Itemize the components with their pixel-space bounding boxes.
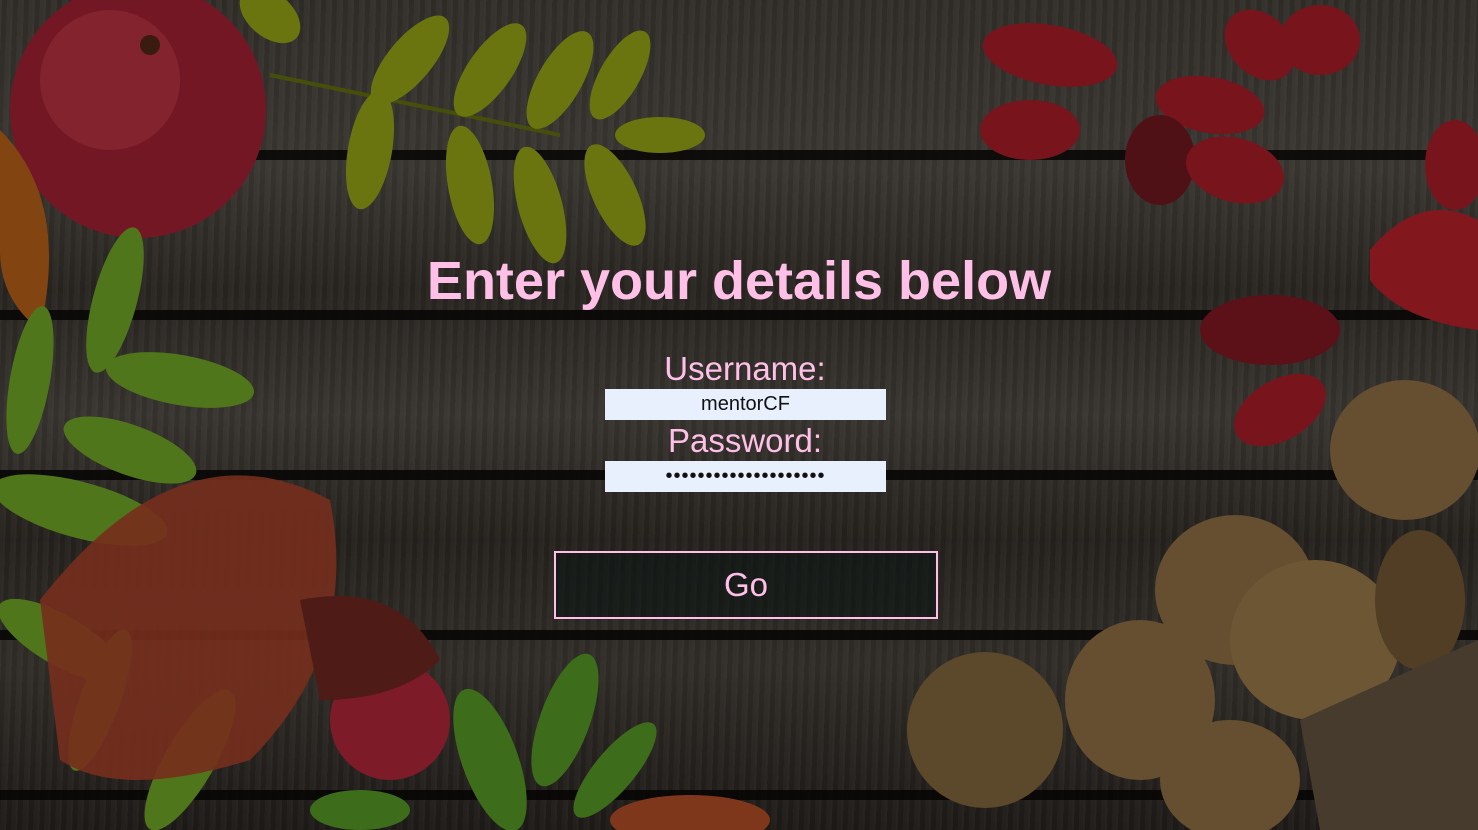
page-title: Enter your details below — [426, 251, 1052, 311]
login-form: Enter your details below Username: Passw… — [0, 0, 1478, 830]
password-input[interactable] — [605, 461, 886, 492]
go-button[interactable]: Go — [554, 551, 938, 619]
username-input[interactable] — [605, 389, 886, 420]
password-label: Password: — [667, 422, 823, 459]
username-label: Username: — [664, 350, 826, 387]
